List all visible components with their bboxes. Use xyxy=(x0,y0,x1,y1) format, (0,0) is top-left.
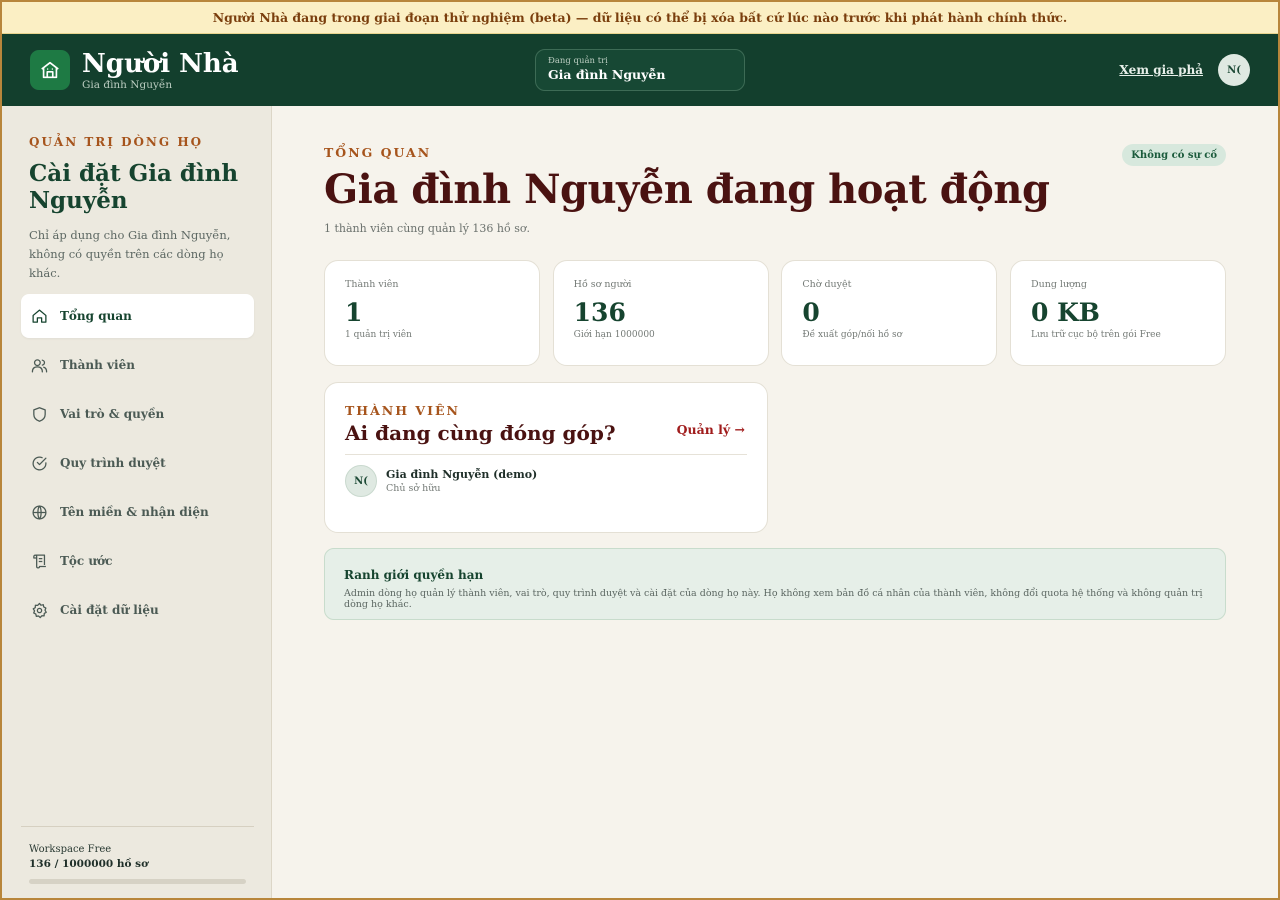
view-tree-link[interactable]: Xem gia phả xyxy=(1119,63,1203,77)
stat-card-storage: Dung lượng 0 KB Lưu trữ cục bộ trên gói … xyxy=(1009,260,1226,366)
sidebar-item-label: Vai trò & quyền xyxy=(60,407,165,421)
stat-note: Đề xuất góp/nối hồ sơ xyxy=(802,330,903,340)
user-avatar[interactable]: N( xyxy=(1218,54,1250,86)
stat-note: 1 quản trị viên xyxy=(345,330,412,340)
top-header: Người Nhà Gia đình Nguyễn Đang quản trị … xyxy=(2,34,1278,106)
gear-icon xyxy=(32,602,47,618)
status-badge: Không có sự cố xyxy=(1122,144,1226,166)
plan-usage: Workspace Free 136 / 1000000 hồ sơ xyxy=(21,826,254,884)
member-name: Gia đình Nguyễn (demo) xyxy=(386,468,538,481)
members-eyebrow: THÀNH VIÊN xyxy=(345,403,460,418)
brand-subtitle: Gia đình Nguyễn xyxy=(82,78,173,91)
workspace-label: Đang quản trị xyxy=(548,56,608,66)
sidebar-item-data-settings[interactable]: Cài đặt dữ liệu xyxy=(21,588,254,632)
home-icon xyxy=(32,308,47,323)
page-subtitle: 1 thành viên cùng quản lý 136 hồ sơ. xyxy=(324,222,530,235)
sidebar-nav: Tổng quan Thành viên Vai trò & quyền Quy… xyxy=(21,294,254,637)
stat-card-pending: Chờ duyệt 0 Đề xuất góp/nối hồ sơ xyxy=(781,260,998,366)
sidebar-item-label: Tổng quan xyxy=(60,309,132,323)
logo[interactable] xyxy=(30,50,70,90)
stat-label: Dung lượng xyxy=(1030,279,1087,290)
stat-value: 0 xyxy=(802,298,820,327)
note-body: Admin dòng họ quản lý thành viên, vai tr… xyxy=(344,588,1203,610)
sidebar-item-label: Quy trình duyệt xyxy=(60,456,166,470)
sidebar-item-approval[interactable]: Quy trình duyệt xyxy=(21,441,254,485)
list-item[interactable]: N( Gia đình Nguyễn (demo) Chủ sở hữu xyxy=(345,465,747,497)
stat-label: Chờ duyệt xyxy=(802,279,852,290)
stat-note: Lưu trữ cục bộ trên gói Free xyxy=(1030,330,1161,340)
stat-card-members: Thành viên 1 1 quản trị viên xyxy=(324,260,540,366)
sidebar-item-label: Cài đặt dữ liệu xyxy=(60,603,159,617)
page-eyebrow: TỔNG QUAN xyxy=(324,145,432,160)
stat-value: 136 xyxy=(573,298,626,327)
stats-row: Thành viên 1 1 quản trị viên Hồ sơ người… xyxy=(324,260,1226,366)
avatar: N( xyxy=(345,465,377,497)
sidebar-item-domain[interactable]: Tên miền & nhận diện xyxy=(21,490,254,534)
stat-note: Giới hạn 1000000 xyxy=(573,330,655,340)
sidebar-item-members[interactable]: Thành viên xyxy=(21,343,254,387)
app-frame: Người Nhà đang trong giai đoạn thử nghiệ… xyxy=(2,2,1278,898)
sidebar-item-label: Tên miền & nhận diện xyxy=(60,505,209,519)
sidebar-item-overview[interactable]: Tổng quan xyxy=(21,294,254,338)
member-info: Gia đình Nguyễn (demo) Chủ sở hữu xyxy=(386,468,537,494)
users-icon xyxy=(31,358,48,373)
brand: Người Nhà Gia đình Nguyễn xyxy=(82,50,239,91)
workspace-selector[interactable]: Đang quản trị Gia đình Nguyễn xyxy=(535,49,745,91)
header-actions: Xem gia phả N( xyxy=(1119,54,1250,86)
scroll-icon xyxy=(33,553,46,568)
sidebar: QUẢN TRỊ DÒNG HỌ Cài đặt Gia đình Nguyễn… xyxy=(2,106,272,898)
sidebar-title: Cài đặt Gia đình Nguyễn xyxy=(29,160,239,214)
brand-name: Người Nhà xyxy=(82,48,239,79)
plan-name: Workspace Free xyxy=(29,844,112,855)
stat-value: 1 xyxy=(345,298,363,327)
sidebar-eyebrow: QUẢN TRỊ DÒNG HỌ xyxy=(29,135,204,149)
stat-card-profiles: Hồ sơ người 136 Giới hạn 1000000 xyxy=(552,260,769,366)
note-title: Ranh giới quyền hạn xyxy=(344,568,484,582)
shield-icon xyxy=(33,406,46,422)
divider xyxy=(345,454,747,455)
members-card: THÀNH VIÊN Ai đang cùng đóng góp? Quản l… xyxy=(324,382,768,533)
page-title: Gia đình Nguyễn đang hoạt động xyxy=(324,166,1050,213)
sidebar-item-roles[interactable]: Vai trò & quyền xyxy=(21,392,254,436)
member-role: Chủ sở hữu xyxy=(386,483,441,494)
sidebar-item-covenant[interactable]: Tộc ước xyxy=(21,539,254,583)
permission-boundary-note: Ranh giới quyền hạn Admin dòng họ quản l… xyxy=(324,548,1226,620)
beta-banner: Người Nhà đang trong giai đoạn thử nghiệ… xyxy=(2,2,1278,34)
sidebar-description: Chỉ áp dụng cho Gia đình Nguyễn, không c… xyxy=(29,228,231,280)
stat-value: 0 KB xyxy=(1030,298,1100,327)
workspace-value: Gia đình Nguyễn xyxy=(548,67,666,82)
house-icon xyxy=(41,61,59,79)
manage-members-link[interactable]: Quản lý → xyxy=(677,422,745,437)
stat-label: Thành viên xyxy=(345,279,399,290)
usage-text: 136 / 1000000 hồ sơ xyxy=(29,858,149,870)
sidebar-item-label: Tộc ước xyxy=(60,554,113,568)
stat-label: Hồ sơ người xyxy=(573,279,632,290)
check-circle-icon xyxy=(32,456,47,471)
globe-icon xyxy=(32,504,47,520)
sidebar-item-label: Thành viên xyxy=(60,358,135,372)
usage-bar xyxy=(29,879,246,884)
